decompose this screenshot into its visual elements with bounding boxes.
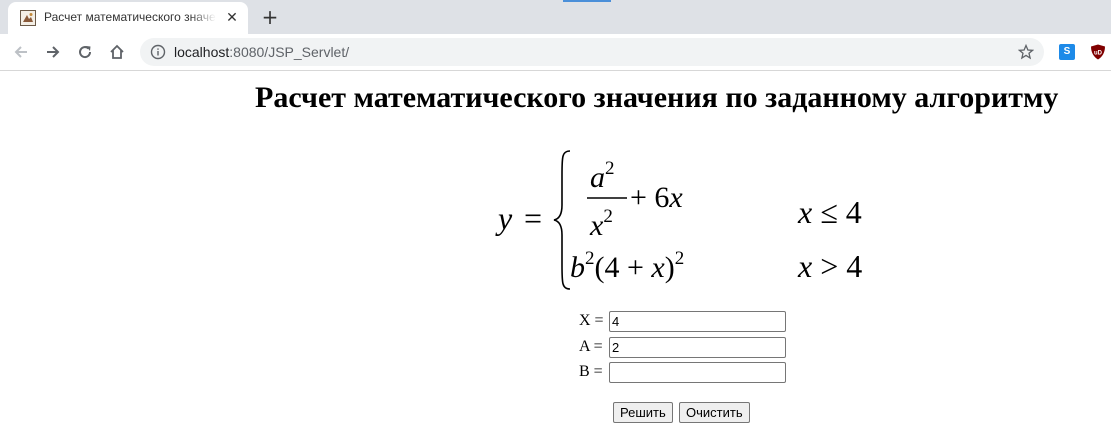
bookmark-star-icon[interactable] xyxy=(1018,44,1034,60)
formula-numerator: a2 xyxy=(590,158,615,194)
reload-button[interactable] xyxy=(73,40,97,64)
solve-button[interactable]: Решить xyxy=(613,402,673,423)
ublock-label: uD xyxy=(1094,51,1103,57)
forward-button[interactable] xyxy=(41,40,65,64)
b-label: B = xyxy=(579,363,603,380)
formula-case2-expression: b2(4 + x)2 xyxy=(570,248,684,284)
a-label: A = xyxy=(579,338,603,355)
tab-strip: Расчет математического значения по задан… xyxy=(0,0,1111,34)
tab-close-icon[interactable]: ✕ xyxy=(224,10,240,26)
page-favicon-icon xyxy=(20,10,36,26)
home-button[interactable] xyxy=(105,40,129,64)
formula-denominator: x2 xyxy=(589,206,613,242)
site-info-icon[interactable] xyxy=(150,44,166,60)
address-bar[interactable]: localhost:8080/JSP_Servlet/ xyxy=(140,38,1044,66)
s-extension-icon[interactable]: S xyxy=(1059,44,1075,60)
active-tab[interactable]: Расчет математического значения по задан… xyxy=(8,2,248,34)
formula-brace xyxy=(553,150,571,290)
forward-arrow-icon xyxy=(47,46,60,58)
clear-button[interactable]: Очистить xyxy=(679,402,750,423)
formula-case1-tail: + 6x xyxy=(630,181,683,214)
url-path: :8080/JSP_Servlet/ xyxy=(229,44,350,60)
browser-toolbar: localhost:8080/JSP_Servlet/ S uD xyxy=(0,34,1111,71)
formula-case1-condition: x ≤ 4 xyxy=(797,194,862,230)
formula-lhs: y xyxy=(495,200,513,236)
reload-icon xyxy=(79,46,92,59)
b-input[interactable] xyxy=(609,362,786,383)
tab-title: Расчет математического значения по задан… xyxy=(44,10,216,24)
home-icon xyxy=(110,44,124,59)
formula-equals: = xyxy=(524,200,542,236)
x-input[interactable] xyxy=(609,311,786,332)
piecewise-formula: y = a2 x2 + 6x x ≤ 4 b2(4 + x)2 x > 4 xyxy=(495,150,862,290)
tab-strip-accent xyxy=(563,0,611,2)
ublock-icon[interactable]: uD xyxy=(1090,44,1106,60)
formula-case2-condition: x > 4 xyxy=(797,248,862,284)
new-tab-icon[interactable]: + xyxy=(258,5,282,29)
a-input[interactable] xyxy=(609,337,786,358)
url-host: localhost xyxy=(174,44,230,60)
back-button[interactable] xyxy=(9,40,33,64)
page-title: Расчет математического значения по задан… xyxy=(255,81,1059,114)
url-text[interactable]: localhost:8080/JSP_Servlet/ xyxy=(174,44,349,60)
back-arrow-icon xyxy=(14,46,27,58)
x-label: X = xyxy=(579,312,604,329)
